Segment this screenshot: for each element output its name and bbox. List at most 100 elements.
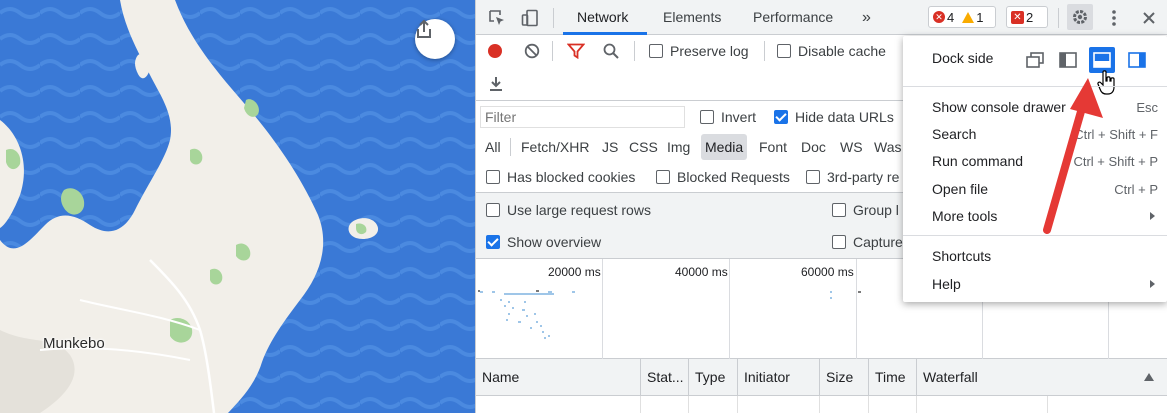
share-button[interactable]	[415, 19, 455, 59]
third-party-label: 3rd-party re	[827, 169, 900, 185]
settings-gear-icon[interactable]	[1067, 4, 1093, 30]
third-party-checkbox[interactable]: 3rd-party re	[806, 169, 899, 185]
menu-item-shortcuts[interactable]: Shortcuts	[903, 243, 1167, 270]
device-toolbar-icon[interactable]	[519, 7, 541, 29]
capture-checkbox[interactable]: Capture	[832, 234, 903, 250]
menu-item-label: Run command	[932, 153, 1024, 169]
submenu-arrow-icon	[1150, 280, 1155, 288]
type-filter-ws[interactable]: WS	[836, 134, 867, 160]
has-blocked-cookies-checkbox[interactable]: Has blocked cookies	[486, 169, 635, 185]
checkbox-box	[656, 170, 670, 184]
type-filter-css[interactable]: CSS	[625, 134, 662, 160]
share-icon	[417, 19, 431, 38]
console-counts-badge[interactable]: ✕ 4 1	[928, 6, 996, 28]
checkbox-box	[832, 235, 846, 249]
show-overview-checkbox[interactable]: Show overview	[486, 234, 601, 250]
menu-item-shortcut: Ctrl + P	[1114, 182, 1158, 197]
invert-label: Invert	[721, 109, 757, 125]
large-rows-label: Use large request rows	[507, 202, 651, 218]
type-filter-media[interactable]: Media	[701, 134, 748, 160]
type-filter-doc[interactable]: Doc	[797, 134, 830, 160]
filter-icon[interactable]	[565, 40, 587, 62]
type-filter-wasm[interactable]: Was	[870, 134, 905, 160]
sort-ascending-icon	[1144, 373, 1154, 381]
overview-activity-marks	[830, 291, 832, 299]
menu-item-label: More tools	[932, 208, 998, 224]
column-header-initiator[interactable]: Initiator	[737, 359, 819, 396]
red-annotation-arrow-icon	[1043, 78, 1103, 234]
checkbox-box	[486, 203, 500, 217]
overview-tick-label: 60000 ms	[801, 265, 854, 279]
filter-input[interactable]	[480, 106, 685, 128]
issues-icon: ✕	[1011, 10, 1024, 24]
tab-elements[interactable]: Elements	[661, 0, 723, 35]
blocked-requests-label: Blocked Requests	[677, 169, 790, 185]
disable-cache-label: Disable cache	[798, 43, 886, 59]
dock-right-icon[interactable]	[1124, 47, 1150, 73]
devtools-tabbar: Network Elements Performance » ✕ 4 1 ✕ 2	[476, 0, 1167, 35]
import-har-download-icon[interactable]	[485, 73, 507, 95]
blocked-requests-checkbox[interactable]: Blocked Requests	[656, 169, 790, 185]
type-filter-all[interactable]: All	[481, 134, 505, 160]
type-filter-fetch-xhr[interactable]: Fetch/XHR	[517, 134, 593, 160]
more-tabs-button[interactable]: »	[860, 0, 873, 35]
capture-label: Capture	[853, 234, 903, 250]
column-header-size[interactable]: Size	[819, 359, 868, 396]
place-label: Munkebo	[43, 335, 105, 352]
issues-badge[interactable]: ✕ 2	[1006, 6, 1048, 28]
menu-item-label: Search	[932, 126, 977, 142]
overview-activity-marks	[858, 291, 861, 293]
column-header-waterfall[interactable]: Waterfall	[916, 359, 1167, 396]
menu-item-shortcut: Esc	[1136, 100, 1158, 115]
column-header-type[interactable]: Type	[688, 359, 737, 396]
preserve-log-label: Preserve log	[670, 43, 749, 59]
warning-count: 1	[976, 9, 984, 25]
has-blocked-cookies-label: Has blocked cookies	[507, 169, 636, 185]
clear-icon[interactable]	[521, 40, 543, 62]
error-icon: ✕	[933, 11, 945, 23]
request-table-header: Name Stat... Type Initiator Size Time Wa…	[476, 359, 1167, 396]
overview-tick-label: 40000 ms	[675, 265, 728, 279]
close-icon[interactable]	[1138, 7, 1160, 29]
warning-icon	[962, 11, 975, 23]
type-filter-font[interactable]: Font	[755, 134, 791, 160]
menu-item-label: Shortcuts	[932, 248, 992, 264]
record-icon[interactable]	[484, 40, 506, 62]
issues-count: 2	[1026, 9, 1034, 25]
checkbox-box	[700, 110, 714, 124]
preserve-log-checkbox[interactable]: Preserve log	[649, 43, 749, 59]
map-view[interactable]: Munkebo	[0, 0, 475, 413]
type-filter-img[interactable]: Img	[663, 134, 694, 160]
menu-item-label: Open file	[932, 181, 989, 197]
inspect-element-icon[interactable]	[486, 7, 508, 29]
checkbox-box	[806, 170, 820, 184]
kebab-menu-icon[interactable]	[1103, 7, 1125, 29]
overview-tick-label: 20000 ms	[548, 265, 601, 279]
column-header-time[interactable]: Time	[868, 359, 916, 396]
column-header-name[interactable]: Name	[476, 359, 640, 396]
type-filter-js[interactable]: JS	[598, 134, 622, 160]
checkbox-box-checked	[486, 235, 500, 249]
screen: Munkebo Network Elements Performance » ✕…	[0, 0, 1167, 413]
disable-cache-checkbox[interactable]: Disable cache	[777, 43, 886, 59]
checkbox-box	[486, 170, 500, 184]
invert-checkbox[interactable]: Invert	[700, 109, 756, 125]
submenu-arrow-icon	[1150, 212, 1155, 220]
show-overview-label: Show overview	[507, 234, 602, 250]
hide-data-urls-label: Hide data URLs	[795, 109, 894, 125]
tab-performance[interactable]: Performance	[751, 0, 835, 35]
hide-data-urls-checkbox[interactable]: Hide data URLs	[774, 109, 894, 125]
tab-network[interactable]: Network	[575, 0, 630, 35]
search-icon[interactable]	[600, 40, 622, 62]
column-header-status[interactable]: Stat...	[640, 359, 688, 396]
checkbox-box	[832, 203, 846, 217]
error-count: 4	[947, 9, 955, 25]
group-checkbox[interactable]: Group l	[832, 202, 899, 218]
checkbox-box	[649, 44, 663, 58]
menu-item-help[interactable]: Help	[903, 271, 1167, 298]
large-rows-checkbox[interactable]: Use large request rows	[486, 202, 651, 218]
menu-item-label: Help	[932, 276, 961, 292]
dock-side-label: Dock side	[932, 50, 994, 66]
group-label: Group l	[853, 202, 899, 218]
checkbox-box	[777, 44, 791, 58]
